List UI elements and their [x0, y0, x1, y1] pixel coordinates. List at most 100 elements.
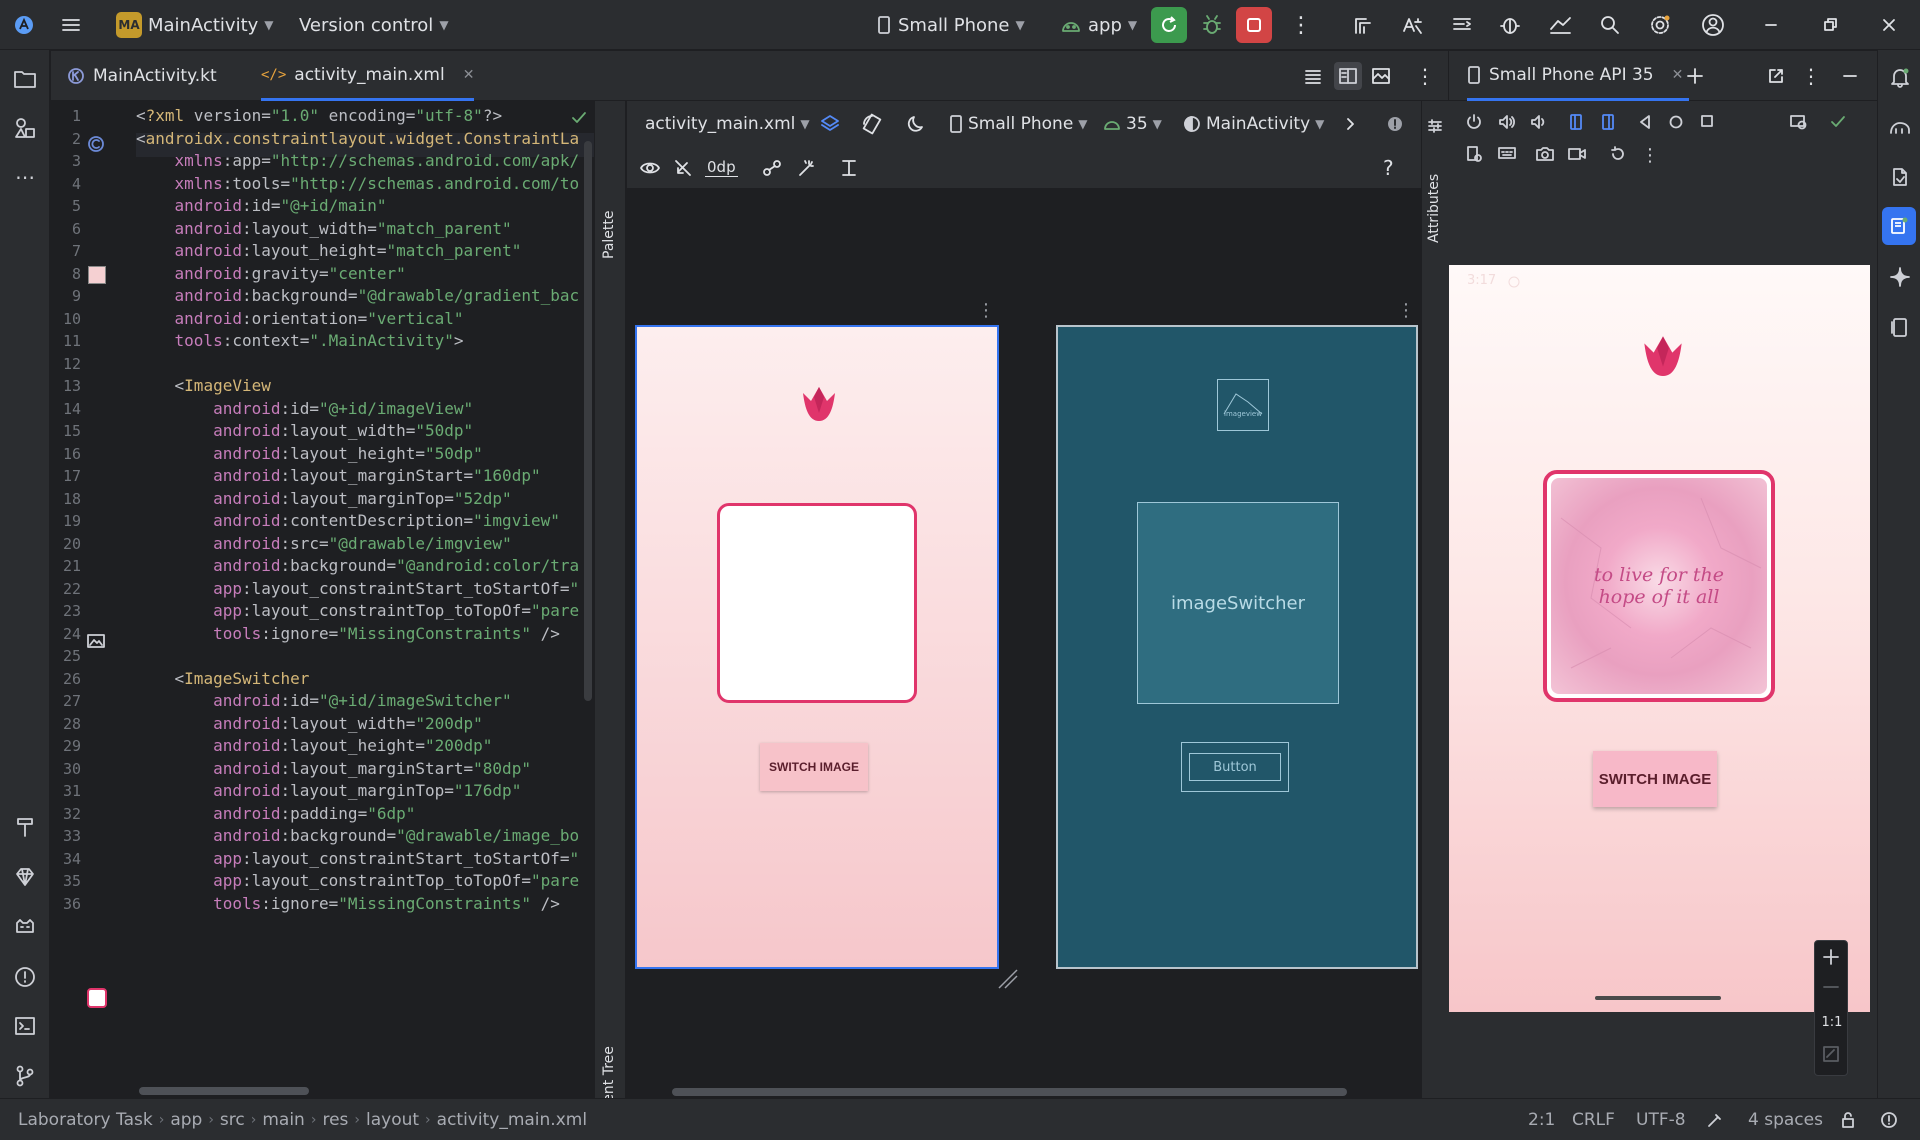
image-switcher[interactable]: to live for the hope of it all — [1543, 470, 1775, 702]
editor-more-icon[interactable]: ⋮ — [1415, 51, 1435, 101]
video-record-icon[interactable] — [1567, 145, 1587, 163]
design-surface-icon[interactable] — [819, 101, 841, 147]
code-line[interactable]: android:padding="6dp" — [136, 804, 415, 823]
breadcrumb-item[interactable]: layout — [366, 1110, 419, 1130]
more-tools-icon[interactable]: ⋯ — [10, 162, 40, 192]
android-studio-logo[interactable] — [14, 0, 34, 50]
code-line[interactable]: tools:ignore="MissingConstraints" /> — [136, 624, 560, 643]
image-border-swatch[interactable] — [87, 988, 107, 1008]
translate-icon[interactable] — [1400, 0, 1424, 50]
code-line[interactable]: android:layout_marginTop="52dp" — [136, 489, 512, 508]
code-line[interactable]: <androidx.constraintlayout.widget.Constr… — [136, 129, 579, 148]
chevron-right-icon[interactable] — [1343, 101, 1357, 147]
api-level-selector[interactable]: 35 ▼ — [1103, 101, 1162, 147]
file-encoding[interactable]: UTF-8 — [1636, 1099, 1686, 1140]
image-switcher-preview[interactable] — [717, 503, 917, 703]
resource-manager-icon[interactable] — [10, 113, 40, 143]
code-line[interactable]: android:src="@drawable/imgview" — [136, 534, 512, 553]
code-line[interactable]: <?xml version="1.0" encoding="utf-8"?> — [136, 106, 502, 125]
line-number[interactable]: 28 — [51, 715, 81, 733]
code-line[interactable]: android:layout_marginStart="80dp" — [136, 759, 531, 778]
keyboard-icon[interactable] — [1497, 145, 1517, 163]
line-number[interactable]: 26 — [51, 670, 81, 688]
canvas-scrollbar-horizontal[interactable] — [672, 1088, 1347, 1096]
line-number[interactable]: 35 — [51, 872, 81, 890]
logcat-icon[interactable] — [10, 912, 40, 942]
stop-button[interactable] — [1236, 7, 1272, 43]
code-line[interactable]: tools:ignore="MissingConstraints" /> — [136, 894, 560, 913]
project-selector[interactable]: MA MainActivity ▼ — [116, 0, 274, 50]
check-icon[interactable] — [1829, 113, 1847, 131]
class-gutter-icon[interactable] — [87, 135, 105, 153]
back-icon[interactable] — [1637, 113, 1653, 131]
attributes-tab[interactable]: Attributes — [1426, 143, 1442, 243]
tab-mainactivity-kt[interactable]: MainActivity.kt — [67, 51, 217, 101]
code-line[interactable]: android:layout_width="match_parent" — [136, 219, 512, 238]
design-device-selector[interactable]: Small Phone ▼ — [949, 101, 1088, 147]
line-number[interactable]: 8 — [51, 265, 81, 283]
editorconfig-icon[interactable] — [1706, 1099, 1724, 1140]
line-number[interactable]: 30 — [51, 760, 81, 778]
code-line[interactable]: android:layout_marginStart="160dp" — [136, 466, 541, 485]
orientation-icon[interactable] — [861, 101, 883, 147]
rotate-right-icon[interactable] — [1599, 113, 1617, 131]
emulator-more-icon[interactable]: ⋮ — [1641, 145, 1659, 166]
resize-handle-icon[interactable] — [997, 968, 1019, 995]
line-number[interactable]: 33 — [51, 827, 81, 845]
line-number[interactable]: 21 — [51, 557, 81, 575]
infer-constraints-icon[interactable] — [797, 147, 817, 188]
minimize-icon[interactable] — [1762, 0, 1780, 50]
code-line[interactable]: xmlns:app="http://schemas.android.com/ap… — [136, 151, 580, 170]
default-margin-selector[interactable]: 0dp — [705, 147, 738, 188]
code-line[interactable]: android:layout_height="match_parent" — [136, 241, 522, 260]
code-line[interactable]: app:layout_constraintTop_toTopOf="pare — [136, 601, 579, 620]
code-line[interactable]: app:layout_constraintTop_toTopOf="pare — [136, 871, 579, 890]
emulator-screen[interactable]: 3:17 to live for the hope of it all SWIT… — [1449, 265, 1870, 1012]
vcs-menu[interactable]: Version control ▼ — [299, 0, 449, 50]
line-number[interactable]: 13 — [51, 377, 81, 395]
line-number[interactable]: 3 — [51, 152, 81, 170]
switch-image-button-preview[interactable]: SWITCH IMAGE — [760, 743, 868, 791]
code-line[interactable]: xmlns:tools="http://schemas.android.com/… — [136, 174, 580, 193]
blueprint-device[interactable]: imageview imageSwitcher Button — [1056, 325, 1418, 969]
open-external-icon[interactable] — [1767, 51, 1785, 101]
overview-icon[interactable] — [1699, 113, 1715, 129]
lock-icon[interactable] — [1840, 1099, 1856, 1140]
design-preview-menu-icon[interactable]: ⋮ — [977, 300, 995, 321]
device-mirror-icon[interactable] — [1465, 145, 1483, 163]
hide-panel-icon[interactable] — [1841, 51, 1859, 101]
theme-selector[interactable]: MainActivity ▼ — [1183, 101, 1324, 147]
code-editor[interactable]: 1 2 3 4 5 6 7 8 9 10 11 12 13 14 15 16 17 18 19 20 21 22 23 24 2… — [51, 101, 594, 1098]
more-actions-icon[interactable]: ⋮ — [1290, 0, 1312, 50]
bug-settings-icon[interactable] — [1498, 0, 1522, 50]
close-window-icon[interactable] — [1880, 0, 1898, 50]
line-number[interactable]: 36 — [51, 895, 81, 913]
view-options-eye-icon[interactable] — [639, 147, 661, 188]
code-line[interactable]: android:orientation="vertical" — [136, 309, 464, 328]
code-line[interactable]: app:layout_constraintStart_toStartOf=" — [136, 579, 579, 598]
tulip-logo-icon[interactable] — [1635, 327, 1691, 388]
gemini-sparkle-icon[interactable] — [1885, 262, 1915, 292]
line-separator[interactable]: CRLF — [1572, 1099, 1615, 1140]
code-line[interactable]: <ImageSwitcher — [136, 669, 310, 688]
main-menu-icon[interactable] — [60, 0, 82, 50]
device-file-explorer-icon[interactable] — [1885, 162, 1915, 192]
zoom-out-icon[interactable] — [1821, 977, 1841, 997]
line-number[interactable]: 14 — [51, 400, 81, 418]
code-line[interactable]: tools:context=".MainActivity"> — [136, 331, 464, 350]
code-scrollbar-vertical[interactable] — [584, 141, 592, 701]
search-icon[interactable] — [1598, 0, 1622, 50]
split-view-icon[interactable] — [1334, 62, 1362, 90]
indent-setting[interactable]: 4 spaces — [1748, 1099, 1823, 1140]
line-number[interactable]: 31 — [51, 782, 81, 800]
close-tab-icon[interactable]: ✕ — [1672, 67, 1684, 83]
code-line[interactable]: android:id="@+id/imageView" — [136, 399, 473, 418]
line-number[interactable]: 16 — [51, 445, 81, 463]
line-number[interactable]: 19 — [51, 512, 81, 530]
gradle-icon[interactable] — [1885, 112, 1915, 142]
layout-file-selector[interactable]: activity_main.xml ▼ — [645, 101, 810, 147]
code-line[interactable]: android:layout_height="200dp" — [136, 736, 492, 755]
git-branch-icon[interactable] — [10, 1061, 40, 1091]
line-number[interactable]: 12 — [51, 355, 81, 373]
attributes-icon[interactable] — [1426, 117, 1444, 135]
